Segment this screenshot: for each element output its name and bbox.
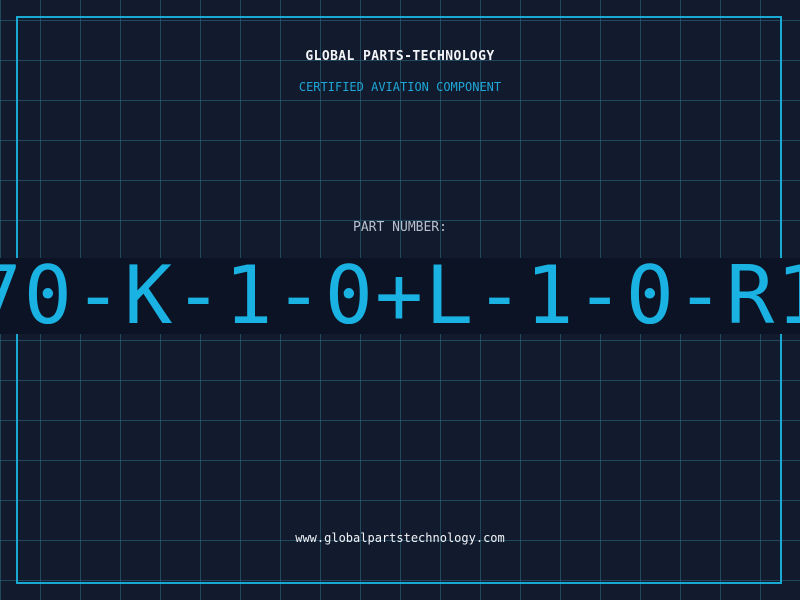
website-link[interactable]: www.globalpartstechnology.com <box>0 531 800 545</box>
part-number-label: PART NUMBER: <box>353 220 447 235</box>
part-number-value: 670-K-1-0+L-1-0-R18 <box>0 258 800 334</box>
company-name: GLOBAL PARTS-TECHNOLOGY <box>305 49 495 64</box>
certification-subtitle: CERTIFIED AVIATION COMPONENT <box>298 80 502 94</box>
part-number-band: 670-K-1-0+L-1-0-R18 <box>0 258 800 334</box>
certificate-canvas: GLOBAL PARTS-TECHNOLOGY CERTIFIED AVIATI… <box>0 0 800 600</box>
